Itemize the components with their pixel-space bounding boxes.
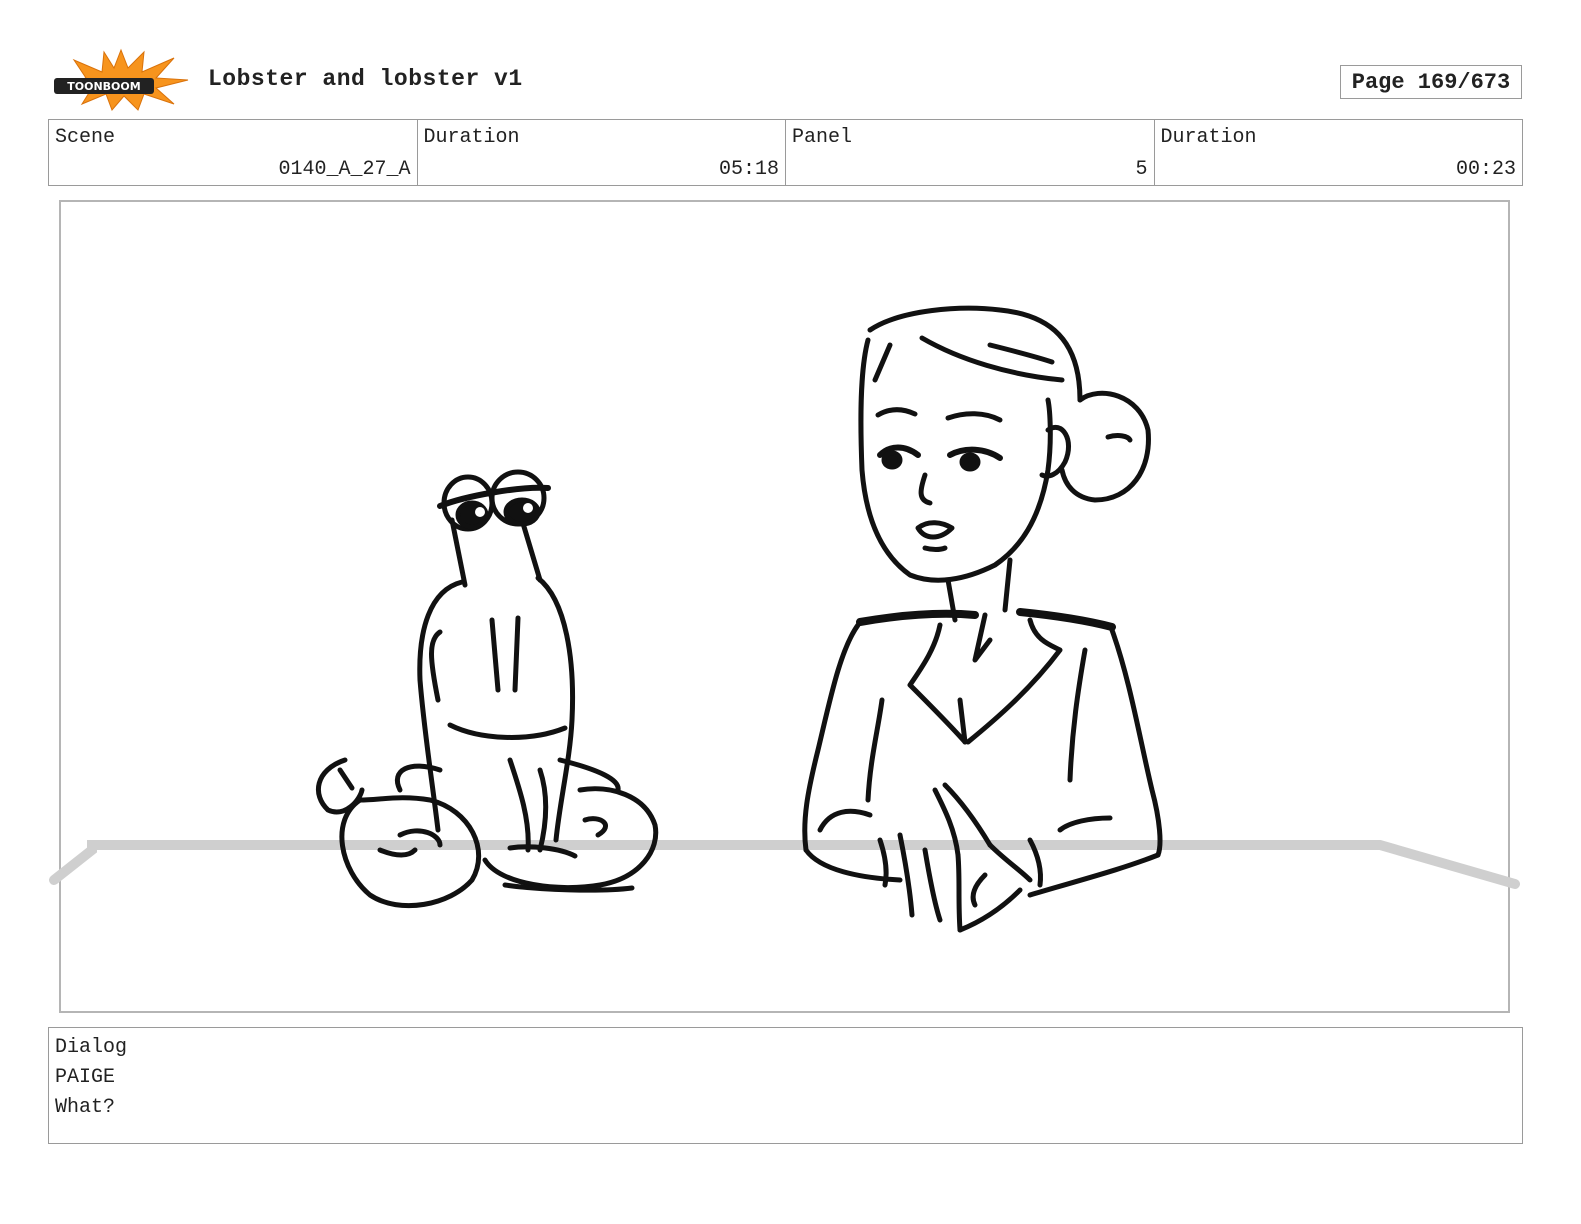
- project-title: Lobster and lobster v1: [208, 66, 523, 92]
- page-indicator: Page 169/673: [1340, 65, 1522, 99]
- dialog-line: What?: [55, 1096, 116, 1119]
- scene-info-table: Scene 0140_A_27_A Duration 05:18 Panel 5…: [48, 119, 1523, 186]
- dialog-speaker: PAIGE: [55, 1066, 116, 1089]
- storyboard-panel-frame: [59, 200, 1510, 1013]
- scene-value: 0140_A_27_A: [278, 158, 411, 181]
- panel-duration-cell: Duration 00:23: [1155, 120, 1523, 185]
- scene-duration-label: Duration: [423, 126, 520, 149]
- panel-label: Panel: [792, 126, 853, 149]
- scene-duration-cell: Duration 05:18: [418, 120, 786, 185]
- panel-duration-label: Duration: [1160, 126, 1257, 149]
- svg-text:TOONBOOM: TOONBOOM: [67, 80, 140, 93]
- scene-duration-value: 05:18: [718, 158, 779, 181]
- panel-duration-value: 00:23: [1455, 158, 1516, 181]
- toonboom-logo-icon: TOONBOOM: [52, 48, 190, 112]
- dialog-label: Dialog: [55, 1036, 128, 1059]
- panel-cell: Panel 5: [786, 120, 1155, 185]
- panel-value: 5: [1135, 158, 1148, 181]
- scene-cell: Scene 0140_A_27_A: [49, 120, 418, 185]
- scene-label: Scene: [55, 126, 116, 149]
- dialog-box: Dialog PAIGE What?: [48, 1027, 1523, 1144]
